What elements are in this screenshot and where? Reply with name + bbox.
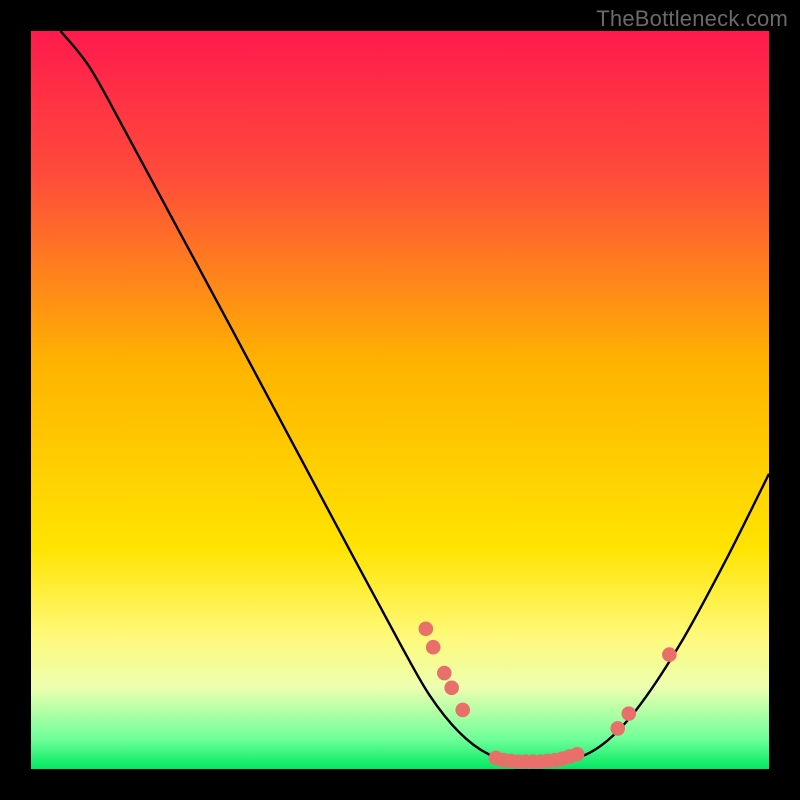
data-marker: [419, 621, 434, 636]
data-marker: [662, 647, 677, 662]
gradient-background: [31, 31, 769, 769]
data-marker: [437, 666, 452, 681]
data-marker: [444, 681, 459, 696]
data-marker: [426, 640, 441, 655]
data-marker: [621, 706, 636, 721]
chart-svg: [31, 31, 769, 769]
attribution-text: TheBottleneck.com: [596, 6, 788, 32]
chart-plot-area: [31, 31, 769, 769]
data-marker: [570, 747, 585, 762]
data-marker: [610, 721, 625, 736]
data-marker: [455, 703, 470, 718]
